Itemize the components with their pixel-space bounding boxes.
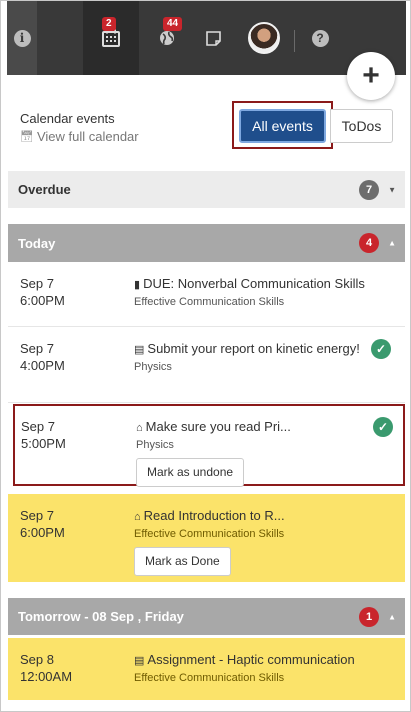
event-title[interactable]: Make sure you read Pri... <box>146 419 291 434</box>
section-label: Overdue <box>18 182 71 197</box>
section-label: Today <box>18 235 56 251</box>
user-menu[interactable] <box>243 1 285 75</box>
app-frame: i ? 2 44 + Calendar events 📅︎ View full … <box>0 0 411 712</box>
count-badge: 4 <box>359 233 379 253</box>
event-date: Sep 7 <box>20 341 54 356</box>
event-item[interactable]: Sep 7 6:00PM ▮ DUE: Nonverbal Communicati… <box>8 262 405 327</box>
count-badge: 7 <box>359 179 379 200</box>
event-time: 5:00PM <box>21 436 66 451</box>
event-title[interactable]: DUE: Nonverbal Communication Skills <box>143 276 365 291</box>
help-button[interactable]: ? <box>305 1 335 75</box>
event-date: Sep 7 <box>21 419 55 434</box>
mark-as-undone-button[interactable]: Mark as undone <box>136 458 245 487</box>
event-date: Sep 7 <box>20 508 54 523</box>
add-button[interactable]: + <box>347 52 395 100</box>
section-today[interactable]: Today 4 ▲ <box>8 224 405 262</box>
event-datetime: Sep 7 6:00PM <box>20 507 65 541</box>
home-icon: ⌂ <box>134 511 141 523</box>
globe-tab[interactable] <box>147 1 187 75</box>
assignment-icon: ▤ <box>134 344 145 356</box>
divider <box>294 30 295 52</box>
event-datetime: Sep 7 5:00PM <box>21 418 66 452</box>
notes-tab[interactable] <box>197 1 229 75</box>
info-icon: i <box>13 29 31 47</box>
section-overdue[interactable]: Overdue 7 ▼ <box>8 171 405 208</box>
event-time: 6:00PM <box>20 525 65 540</box>
chevron-up-icon: ▲ <box>388 238 396 248</box>
calendar-events-title: Calendar events <box>20 111 115 126</box>
todos-button[interactable]: ToDos <box>330 109 393 143</box>
event-datetime: Sep 7 6:00PM <box>20 275 65 309</box>
help-icon: ? <box>311 29 329 47</box>
calendar-small-icon: 📅︎ <box>20 131 34 143</box>
event-item-highlighted[interactable]: Sep 7 5:00PM ⌂ Make sure you read Pri... … <box>13 404 405 487</box>
event-item[interactable]: Sep 8 12:00AM ▤ Assignment - Haptic commu… <box>8 638 405 700</box>
event-datetime: Sep 8 12:00AM <box>20 651 72 685</box>
all-events-button[interactable]: All events <box>239 109 326 143</box>
event-title[interactable]: Read Introduction to R... <box>144 508 285 523</box>
event-datetime: Sep 7 4:00PM <box>20 340 65 374</box>
globe-badge: 44 <box>163 17 183 31</box>
event-course: Effective Communication Skills <box>134 296 285 308</box>
event-date: Sep 7 <box>20 276 54 291</box>
section-label: Tomorrow - 08 Sep , Friday <box>18 609 184 624</box>
event-time: 4:00PM <box>20 358 65 373</box>
event-details: ▮ DUE: Nonverbal Communication Skills Eff… <box>134 275 374 310</box>
event-time: 6:00PM <box>20 293 65 308</box>
home-icon: ⌂ <box>136 422 143 434</box>
count-badge: 1 <box>359 606 379 627</box>
view-full-calendar-link[interactable]: 📅︎ View full calendar <box>20 129 139 144</box>
event-course: Effective Communication Skills <box>134 528 285 540</box>
chevron-up-icon: ▲ <box>388 612 396 621</box>
assignment-icon: ▤ <box>134 655 145 667</box>
top-navigation-bar: i ? <box>7 1 406 75</box>
event-details: ▤ Assignment - Haptic communication Effec… <box>134 651 374 686</box>
event-details: ⌂ Make sure you read Pri... Physics Mark … <box>136 418 376 487</box>
event-details: ⌂ Read Introduction to R... Effective Com… <box>134 507 374 576</box>
event-course: Effective Communication Skills <box>134 672 285 684</box>
mark-as-done-button[interactable]: Mark as Done <box>134 547 231 576</box>
section-tomorrow[interactable]: Tomorrow - 08 Sep , Friday 1 ▲ <box>8 598 405 635</box>
plus-icon: + <box>362 59 380 92</box>
event-item[interactable]: Sep 7 4:00PM ▤ Submit your report on kine… <box>8 327 405 403</box>
event-course: Physics <box>136 439 174 451</box>
book-icon: ▮ <box>134 279 141 291</box>
calendar-tab[interactable] <box>83 1 139 75</box>
avatar <box>248 22 280 54</box>
event-title[interactable]: Submit your report on kinetic energy! <box>147 341 359 356</box>
done-check-icon: ✓ <box>371 339 391 359</box>
event-item[interactable]: Sep 7 6:00PM ⌂ Read Introduction to R... … <box>8 494 405 582</box>
calendar-badge: 2 <box>102 17 116 31</box>
view-full-calendar-label: View full calendar <box>36 129 139 144</box>
event-date: Sep 8 <box>20 652 54 667</box>
globe-icon <box>160 31 174 45</box>
chevron-down-icon: ▼ <box>388 185 396 194</box>
calendar-icon <box>102 29 120 47</box>
event-time: 12:00AM <box>20 669 73 684</box>
info-button[interactable]: i <box>7 1 37 75</box>
note-icon <box>205 30 221 46</box>
done-check-icon: ✓ <box>373 417 393 437</box>
event-details: ▤ Submit your report on kinetic energy! P… <box>134 340 374 375</box>
event-title[interactable]: Assignment - Haptic communication <box>147 652 354 667</box>
event-course: Physics <box>134 361 172 373</box>
